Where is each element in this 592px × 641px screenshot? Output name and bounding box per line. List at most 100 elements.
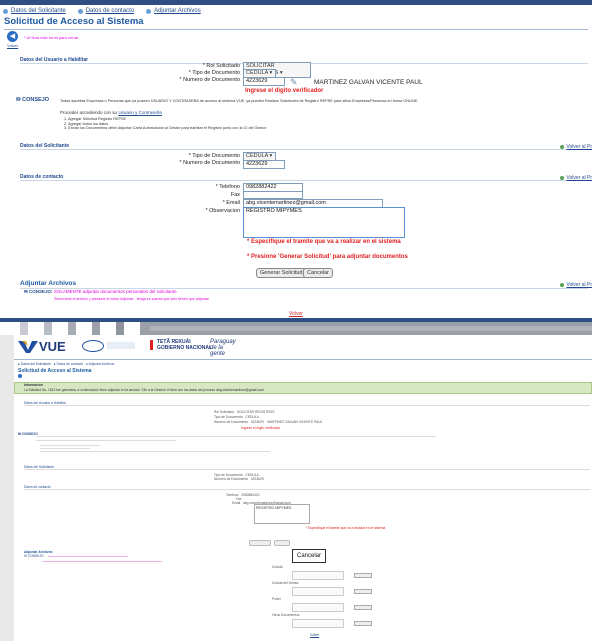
info-label: Informacion bbox=[24, 383, 43, 387]
seal-icon bbox=[82, 340, 104, 352]
consejo-title: ✉ CONSEJO bbox=[16, 97, 50, 103]
mini-verif: Ingrese el digito verificador bbox=[241, 426, 281, 430]
required-note: * Ul tima este formi para cerrar bbox=[24, 35, 79, 40]
back-link[interactable]: Volver bbox=[7, 43, 18, 48]
adjuntar-title: Adjuntar Archivos bbox=[20, 280, 77, 287]
cancelar-button[interactable]: Cancelar bbox=[303, 268, 334, 278]
consejo-steps: 1. Agregar Solicitud Registro REPSE 2. A… bbox=[64, 117, 266, 131]
file-input[interactable] bbox=[292, 571, 344, 580]
divider bbox=[24, 469, 590, 470]
gov-logo: TETÃ REKUÁI GOBIERNO NACIONAL bbox=[157, 339, 212, 351]
header-bar bbox=[0, 0, 592, 5]
text-line bbox=[40, 451, 270, 452]
consejo-proceed: Proceder accediendo con su Usuario y Con… bbox=[60, 110, 162, 115]
text-line bbox=[36, 436, 436, 437]
telefono-label: * Telefono bbox=[215, 184, 240, 190]
sol-num-doc-label: * Numero de Documento bbox=[179, 160, 240, 166]
screenshot-separator bbox=[0, 322, 592, 335]
tramite-message: * Especifique el tramite que va a realiz… bbox=[247, 239, 401, 245]
tipo-doc-label: * Tipo de Documento bbox=[188, 70, 240, 76]
rol-label: * Rol Solicitado bbox=[202, 63, 240, 69]
consejo-text: Todas aquellas Empresas o Personas que y… bbox=[60, 99, 418, 103]
mini-generar-button[interactable] bbox=[249, 540, 271, 546]
flag-icon bbox=[150, 340, 153, 350]
adjuntar-pink-text: Seleccione el archivo y presione el botó… bbox=[54, 297, 209, 301]
text-line bbox=[40, 445, 100, 446]
divider bbox=[20, 180, 588, 181]
arrow-icon bbox=[560, 176, 565, 180]
bottom-screenshot: VUE TETÃ REKUÁI GOBIERNO NACIONAL Paragua… bbox=[0, 335, 592, 641]
tab-adjuntar-archivos[interactable]: Adjuntar Archivos bbox=[146, 8, 201, 14]
usuario-link[interactable]: Usuario y Contraseña bbox=[118, 110, 162, 115]
bullet-icon bbox=[146, 8, 152, 14]
mini-consejo: ✉ CONSEJO bbox=[18, 432, 38, 436]
file-input[interactable] bbox=[292, 619, 344, 628]
tab-datos-contacto[interactable]: Datos de contacto bbox=[77, 8, 134, 14]
file-input[interactable] bbox=[292, 603, 344, 612]
page-title: Solicitud de Acceso al Sistema bbox=[4, 16, 144, 27]
pencil-icon[interactable]: ✎ bbox=[290, 77, 298, 88]
top-screenshot: Datos del Solicitante Datos de contacto … bbox=[0, 0, 592, 322]
obs-textarea[interactable]: REGISTRO MIPYMES bbox=[243, 207, 405, 238]
slogan-logo: Paraguay de la gente bbox=[210, 339, 236, 357]
step-tabs: Datos del Solicitante Datos de contacto … bbox=[3, 8, 201, 14]
volver-pr-link[interactable]: Volver al Pr bbox=[560, 144, 592, 150]
divider bbox=[24, 405, 590, 406]
text-line bbox=[40, 448, 90, 449]
info-text: La Solicitud No. 1813 fue generada, a co… bbox=[24, 388, 264, 392]
cancel-popup-button[interactable]: Cancelar bbox=[292, 549, 326, 563]
mini-row: Numero de Documento 4223629 MARTINEZ GAL… bbox=[214, 420, 323, 424]
attach-group-label: Cedula del Gestor bbox=[272, 581, 299, 585]
mini-consejo2: ✉ CONSEJO bbox=[24, 554, 44, 558]
separator-graphic bbox=[0, 322, 592, 335]
attach-button[interactable] bbox=[354, 605, 372, 610]
volver-pr-link[interactable]: Volver al Pr bbox=[560, 282, 592, 288]
mini-tabs: ● Datos del Solicitante ● Datos de conta… bbox=[18, 362, 115, 366]
num-doc-label: * Numero de Documento bbox=[179, 77, 240, 83]
agency-logo bbox=[107, 342, 135, 349]
mini-obs[interactable]: REGISTRO MIPYMES bbox=[254, 504, 310, 524]
attach-group-label: Cedula bbox=[272, 565, 283, 569]
attach-group-label: Poder bbox=[272, 597, 281, 601]
arrow-icon bbox=[560, 283, 565, 287]
bullet-icon bbox=[3, 8, 8, 14]
mini-tramite: * Especifique el tramite que va a realiz… bbox=[306, 526, 386, 530]
back-arrow-icon[interactable]: ◀ bbox=[7, 31, 18, 42]
tab-datos-solicitante[interactable]: Datos del Solicitante bbox=[3, 8, 66, 14]
divider bbox=[24, 489, 590, 490]
sol-tipo-doc-label: * Tipo de Documento bbox=[188, 153, 240, 159]
mini-volver-link[interactable]: Volver bbox=[310, 633, 319, 637]
attach-button[interactable] bbox=[354, 621, 372, 626]
back-icon[interactable] bbox=[18, 374, 22, 378]
header-divider bbox=[14, 359, 592, 360]
fax-input[interactable] bbox=[243, 191, 303, 199]
info-icon: ✉ bbox=[16, 97, 21, 103]
step-item: 3. Enviar los Documentos debe Adjuntar C… bbox=[64, 126, 266, 131]
mini-cancelar-button[interactable] bbox=[274, 540, 290, 546]
sol-num-doc-input[interactable]: 4223629 bbox=[243, 160, 285, 169]
title-divider bbox=[4, 29, 588, 30]
generar-message: * Presione 'Generar Solicitud' para adju… bbox=[247, 254, 408, 260]
vue-logo-icon bbox=[18, 339, 38, 353]
file-input[interactable] bbox=[292, 587, 344, 596]
adjuntar-consejo: ✉ CONSEJO: SOLAMENTE adjuntar documentos… bbox=[24, 289, 177, 294]
obs-label: * Observacion bbox=[205, 208, 240, 214]
mini-row: Rol Solicitado SOLICITAR REGISTROS bbox=[214, 410, 275, 414]
person-name: MARTINEZ GALVAN VICENTE PAUL bbox=[314, 79, 423, 86]
num-doc-input[interactable]: 4223629 bbox=[243, 77, 285, 86]
volver-link[interactable]: Volver bbox=[289, 311, 303, 317]
volver-pr-link[interactable]: Volver al Pr bbox=[560, 175, 592, 181]
page-sheet: VUE TETÃ REKUÁI GOBIERNO NACIONAL Paragua… bbox=[14, 335, 592, 641]
text-line bbox=[48, 556, 128, 557]
fax-label: Fax bbox=[230, 192, 240, 198]
mini-row: Tipo de Documento CEDULA bbox=[214, 415, 259, 419]
mini-title: Solicitud de Acceso al Sistema bbox=[18, 368, 92, 374]
divider bbox=[20, 149, 588, 150]
generar-solicitud-button[interactable]: Generar Solicitud bbox=[256, 268, 307, 278]
text-line bbox=[36, 440, 176, 441]
attach-button[interactable] bbox=[354, 573, 372, 578]
attach-button[interactable] bbox=[354, 589, 372, 594]
email-label: * Email bbox=[222, 200, 240, 206]
mini-row: Numero de Documento 4223629 bbox=[214, 477, 264, 481]
mini-row: Telefono 0982882422 bbox=[226, 493, 260, 497]
